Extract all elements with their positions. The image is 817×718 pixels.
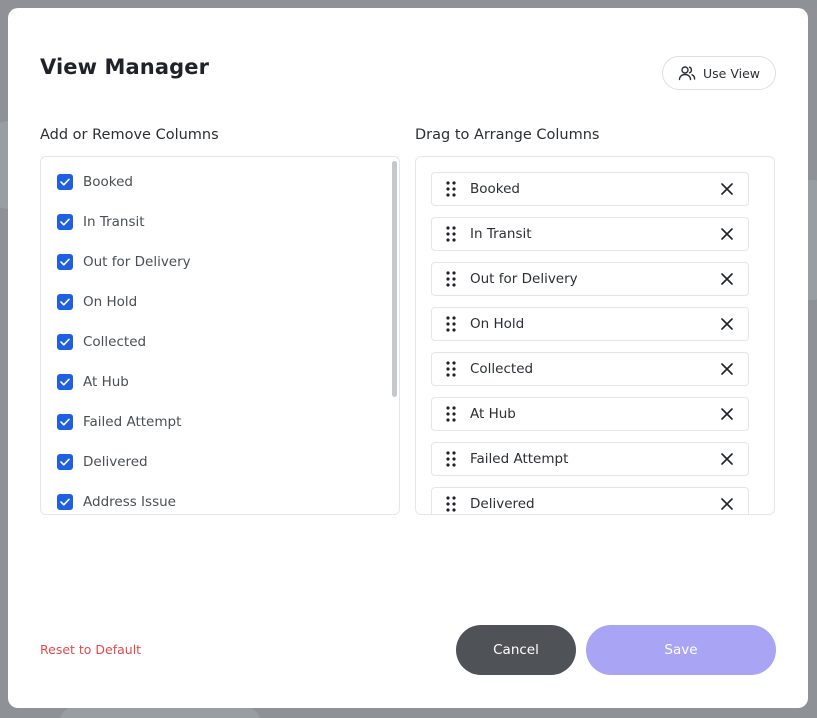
scrollbar-thumb[interactable] <box>392 161 397 397</box>
checkbox-label: Address Issue <box>83 494 176 510</box>
drag-handle-icon[interactable] <box>432 443 470 475</box>
arrange-item-on-hold[interactable]: On Hold <box>431 307 749 341</box>
column-checkbox-on-hold[interactable]: On Hold <box>57 292 137 312</box>
column-checkbox-out-for-delivery[interactable]: Out for Delivery <box>57 252 191 272</box>
drag-handle-icon[interactable] <box>432 398 470 430</box>
drag-arrange-columns-label: Drag to Arrange Columns <box>415 127 600 143</box>
checkbox-label: In Transit <box>83 214 145 230</box>
close-icon[interactable] <box>706 353 748 385</box>
column-checkbox-in-transit[interactable]: In Transit <box>57 212 145 232</box>
arrange-item-delivered[interactable]: Delivered <box>431 487 749 514</box>
checkbox-label: On Hold <box>83 294 138 310</box>
checkbox-checked-icon[interactable] <box>57 414 73 430</box>
close-icon[interactable] <box>706 488 748 514</box>
drag-handle-icon[interactable] <box>432 488 470 514</box>
arrange-item-label: Failed Attempt <box>470 451 569 467</box>
arrange-item-failed-attempt[interactable]: Failed Attempt <box>431 442 749 476</box>
arrange-item-label: On Hold <box>470 316 525 332</box>
use-view-label: Use View <box>703 65 760 81</box>
close-icon[interactable] <box>706 443 748 475</box>
arrange-item-label: Delivered <box>470 496 535 512</box>
checkbox-checked-icon[interactable] <box>57 174 73 190</box>
close-icon[interactable] <box>706 308 748 340</box>
checkbox-checked-icon[interactable] <box>57 334 73 350</box>
checkbox-checked-icon[interactable] <box>57 374 73 390</box>
column-checkbox-at-hub[interactable]: At Hub <box>57 372 129 392</box>
arrange-item-collected[interactable]: Collected <box>431 352 749 386</box>
checkbox-checked-icon[interactable] <box>57 494 73 510</box>
checkbox-checked-icon[interactable] <box>57 454 73 470</box>
close-icon[interactable] <box>706 173 748 205</box>
close-icon[interactable] <box>706 218 748 250</box>
arrange-item-label: Out for Delivery <box>470 271 578 287</box>
column-checkbox-delivered[interactable]: Delivered <box>57 452 148 472</box>
checkbox-checked-icon[interactable] <box>57 294 73 310</box>
drag-handle-icon[interactable] <box>432 218 470 250</box>
users-icon <box>678 65 696 81</box>
checkbox-label: At Hub <box>83 374 129 390</box>
arrange-item-booked[interactable]: Booked <box>431 172 749 206</box>
modal-title: View Manager <box>40 55 210 79</box>
view-manager-modal: View Manager Use View Add or Remove Colu… <box>8 8 808 708</box>
add-remove-columns-label: Add or Remove Columns <box>40 127 219 143</box>
checkbox-label: Booked <box>83 174 133 190</box>
column-checkbox-address-issue[interactable]: Address Issue <box>57 492 176 512</box>
arrange-item-label: Booked <box>470 181 520 197</box>
arrange-item-label: At Hub <box>470 406 516 422</box>
drag-handle-icon[interactable] <box>432 173 470 205</box>
arrange-columns-panel[interactable]: Booked In Transit Out for Delivery On Ho… <box>415 156 775 515</box>
checkbox-label: Delivered <box>83 454 148 470</box>
column-checkbox-booked[interactable]: Booked <box>57 172 133 192</box>
column-checkbox-collected[interactable]: Collected <box>57 332 146 352</box>
column-checklist-panel[interactable]: Booked In Transit Out for Delivery On Ho… <box>40 156 400 515</box>
column-checkbox-failed-attempt[interactable]: Failed Attempt <box>57 412 181 432</box>
checkbox-checked-icon[interactable] <box>57 214 73 230</box>
drag-handle-icon[interactable] <box>432 263 470 295</box>
arrange-item-at-hub[interactable]: At Hub <box>431 397 749 431</box>
arrange-item-out-for-delivery[interactable]: Out for Delivery <box>431 262 749 296</box>
checkbox-label: Failed Attempt <box>83 414 182 430</box>
reset-to-default-link[interactable]: Reset to Default <box>40 642 141 657</box>
drag-handle-icon[interactable] <box>432 353 470 385</box>
arrange-item-label: Collected <box>470 361 534 377</box>
drag-handle-icon[interactable] <box>432 308 470 340</box>
checkbox-checked-icon[interactable] <box>57 254 73 270</box>
checkbox-label: Collected <box>83 334 147 350</box>
save-button[interactable]: Save <box>586 625 776 675</box>
use-view-button[interactable]: Use View <box>662 56 776 90</box>
checkbox-label: Out for Delivery <box>83 254 191 270</box>
arrange-item-in-transit[interactable]: In Transit <box>431 217 749 251</box>
arrange-item-label: In Transit <box>470 226 532 242</box>
close-icon[interactable] <box>706 398 748 430</box>
close-icon[interactable] <box>706 263 748 295</box>
cancel-button[interactable]: Cancel <box>456 625 576 675</box>
